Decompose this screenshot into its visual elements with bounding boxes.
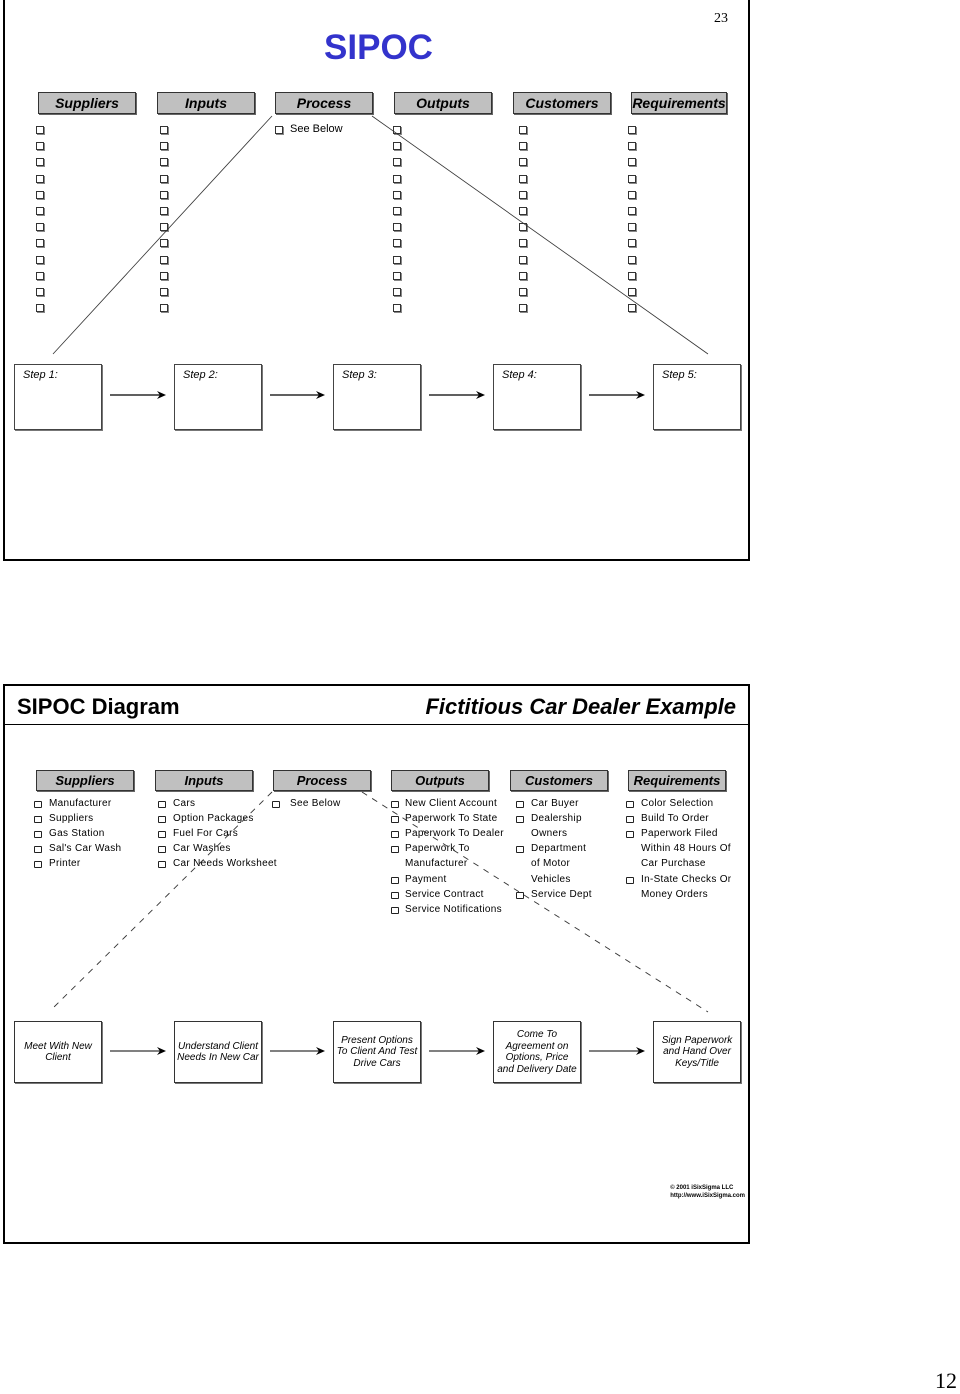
dashed-connector-lines	[52, 791, 709, 1055]
copyright-url: http://www.iSixSigma.com	[670, 1193, 745, 1199]
sipoc-example-slide: SIPOC Diagram Fictitious Car Dealer Exam…	[3, 684, 750, 1244]
sipoc-template-slide: 23 SIPOC Suppliers Inputs Process Outputs Cu…	[3, 0, 750, 561]
copyright-line: © 2001 iSixSigma LLC	[670, 1185, 734, 1191]
connector-lines	[52, 115, 709, 399]
left-dashed-connector	[52, 791, 273, 1009]
right-dashed-connector	[361, 791, 709, 1013]
copyright-notice: © 2001 iSixSigma LLC http://www.iSixSigm…	[670, 1184, 745, 1200]
right-connector-line	[371, 115, 709, 355]
document-page-number: 12	[935, 1368, 957, 1393]
left-connector-line	[52, 115, 273, 355]
